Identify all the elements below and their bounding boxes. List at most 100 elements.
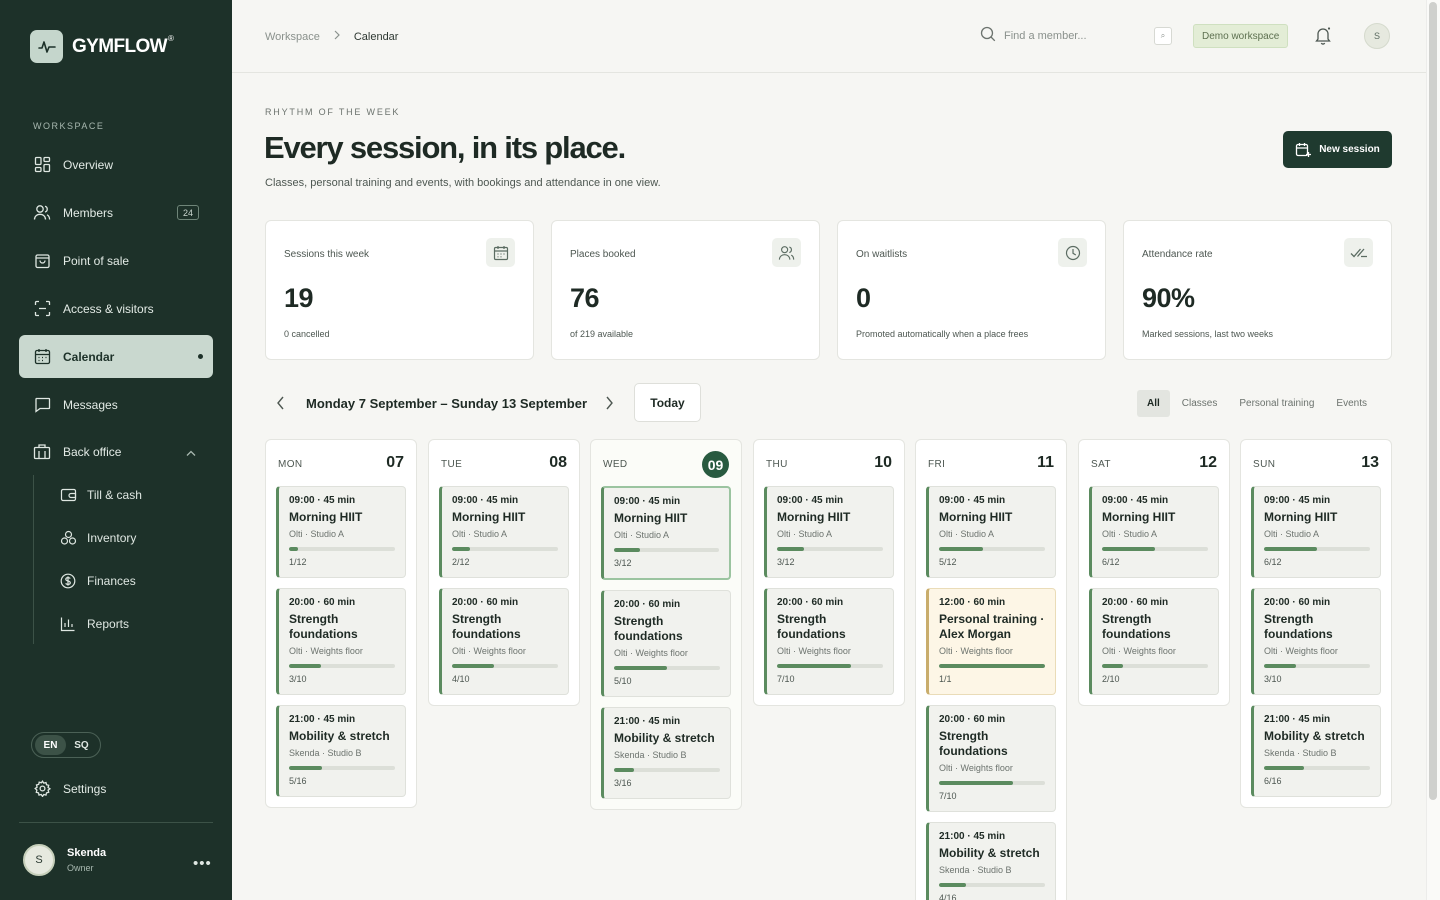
capacity-progress-bar — [1264, 664, 1370, 668]
capacity-progress-fill — [614, 548, 641, 552]
week-range-title: Monday 7 September – Sunday 13 September — [306, 396, 588, 411]
stat-note: Marked sessions, last two weeks — [1142, 329, 1274, 339]
sidebar-subitem-till-cash[interactable]: Till & cash — [45, 475, 213, 515]
language-option-en[interactable]: EN — [35, 735, 66, 755]
sidebar-item-settings[interactable]: Settings — [19, 767, 213, 810]
capacity-progress-fill — [777, 664, 852, 668]
session-time: 09:00 · 45 min — [614, 496, 681, 507]
new-session-button[interactable]: New session — [1283, 131, 1392, 168]
subitem-label: Inventory — [87, 531, 137, 545]
filter-all[interactable]: All — [1137, 390, 1170, 417]
session-card[interactable]: 09:00 · 45 min Morning HIIT Olti · Studio … — [601, 486, 731, 580]
session-capacity: 5/10 — [614, 676, 632, 686]
capacity-progress-bar — [939, 883, 1045, 887]
previous-week-button[interactable] — [275, 395, 287, 416]
avatar[interactable]: S — [1364, 23, 1390, 49]
capacity-progress-fill — [614, 666, 667, 670]
sidebar-item-back-office[interactable]: Back office — [19, 430, 213, 473]
brand-logo[interactable]: GYMFLOW ® — [30, 30, 174, 63]
stat-card-waitlists: On waitlists 0 Promoted automatically wh… — [837, 220, 1106, 360]
scrollbar-thumb[interactable] — [1429, 2, 1437, 800]
sidebar-subitem-inventory[interactable]: Inventory — [45, 518, 213, 558]
session-time: 20:00 · 60 min — [614, 599, 681, 610]
capacity-progress-bar — [1264, 766, 1370, 770]
session-card[interactable]: 09:00 · 45 min Morning HIIT Olti · Studio … — [276, 486, 406, 578]
day-name: SUN — [1253, 459, 1276, 470]
session-title: Mobility & stretch — [1264, 729, 1365, 743]
day-name: MON — [278, 459, 303, 470]
chevron-up-icon[interactable] — [186, 446, 196, 460]
session-time: 20:00 · 60 min — [1102, 597, 1169, 608]
session-capacity: 1/1 — [939, 674, 952, 684]
session-time: 09:00 · 45 min — [1102, 495, 1169, 506]
user-profile[interactable]: S Skenda Owner — [23, 844, 106, 876]
session-card[interactable]: 21:00 · 45 min Mobility & stretch Skenda ·… — [1251, 705, 1381, 797]
session-title: Mobility & stretch — [614, 731, 715, 745]
sidebar-subitem-finances[interactable]: Finances — [45, 561, 213, 601]
session-title: Strength foundations — [939, 729, 1008, 758]
session-card[interactable]: 09:00 · 45 min Morning HIIT Olti · Studio … — [1251, 486, 1381, 578]
sidebar-item-label: Back office — [63, 444, 122, 459]
filter-events[interactable]: Events — [1326, 390, 1377, 417]
breadcrumb-workspace[interactable]: Workspace — [265, 31, 320, 43]
session-card[interactable]: 20:00 · 60 min Strength foundations Olti ·… — [276, 588, 406, 695]
capacity-progress-bar — [452, 547, 558, 551]
stat-value: 90% — [1142, 283, 1195, 313]
next-week-button[interactable] — [603, 395, 615, 416]
stat-card-sessions: Sessions this week 19 0 cancelled — [265, 220, 534, 360]
sidebar-item-calendar[interactable]: Calendar — [19, 335, 213, 378]
sidebar-item-label: Settings — [63, 781, 107, 796]
session-card[interactable]: 20:00 · 60 min Strength foundations Olti ·… — [764, 588, 894, 695]
day-header: WED 09 — [591, 440, 741, 486]
session-time: 21:00 · 45 min — [614, 716, 681, 727]
filter-personal-training[interactable]: Personal training — [1229, 390, 1324, 417]
stat-note: Promoted automatically when a place free… — [856, 329, 1029, 339]
search-input[interactable]: Find a member... — [1004, 30, 1087, 42]
session-card[interactable]: 20:00 · 60 min Strength foundations Olti ·… — [1251, 588, 1381, 695]
capacity-progress-bar — [614, 768, 720, 772]
member-search[interactable]: Find a member... ⌕ — [980, 25, 1172, 47]
session-card[interactable]: 09:00 · 45 min Morning HIIT Olti · Studio … — [1089, 486, 1219, 578]
users-icon — [33, 204, 51, 222]
sidebar-subitem-reports[interactable]: Reports — [45, 604, 213, 644]
session-card[interactable]: 09:00 · 45 min Morning HIIT Olti · Studio … — [926, 486, 1056, 578]
session-card[interactable]: 09:00 · 45 min Morning HIIT Olti · Studio … — [439, 486, 569, 578]
session-card[interactable]: 20:00 · 60 min Strength foundations Olti ·… — [601, 590, 731, 697]
sidebar-item-point-of-sale[interactable]: Point of sale — [19, 239, 213, 282]
sidebar-item-overview[interactable]: Overview — [19, 143, 213, 186]
session-card[interactable]: 20:00 · 60 min Strength foundations Olti ·… — [439, 588, 569, 695]
session-capacity: 3/10 — [1264, 674, 1282, 684]
session-time: 21:00 · 45 min — [289, 714, 356, 725]
capacity-progress-fill — [939, 883, 966, 887]
stat-value: 76 — [570, 283, 600, 313]
session-card[interactable]: 20:00 · 60 min Strength foundations Olti ·… — [926, 705, 1056, 812]
sidebar-item-messages[interactable]: Messages — [19, 383, 213, 426]
sidebar-item-label: Point of sale — [63, 253, 130, 268]
personal-training-card[interactable]: 12:00 · 60 min Personal training · Alex M… — [926, 588, 1056, 695]
capacity-progress-fill — [1264, 766, 1304, 770]
session-card[interactable]: 21:00 · 45 min Mobility & stretch Skenda ·… — [926, 822, 1056, 900]
filter-classes[interactable]: Classes — [1172, 390, 1228, 417]
workspace-badge[interactable]: Demo workspace — [1193, 24, 1289, 48]
session-card[interactable]: 21:00 · 45 min Mobility & stretch Skenda ·… — [601, 707, 731, 799]
session-title: Personal training · Alex Morgan — [939, 612, 1045, 641]
session-time: 12:00 · 60 min — [939, 597, 1006, 608]
day-name: WED — [603, 459, 628, 470]
sidebar-item-members[interactable]: Members 24 — [19, 191, 213, 234]
bell-icon[interactable] — [1314, 26, 1332, 50]
capacity-progress-bar — [289, 547, 395, 551]
session-card[interactable]: 09:00 · 45 min Morning HIIT Olti · Studio … — [764, 486, 894, 578]
language-option-sq[interactable]: SQ — [66, 735, 97, 755]
session-location: Olti · Weights floor — [1264, 646, 1338, 656]
day-column-mon: MON 07 09:00 · 45 min Morning HIIT Olti · St… — [265, 439, 417, 808]
capacity-progress-bar — [452, 664, 558, 668]
session-time: 20:00 · 60 min — [939, 714, 1006, 725]
sidebar-item-access-visitors[interactable]: Access & visitors — [19, 287, 213, 330]
more-options-icon[interactable]: ••• — [193, 855, 212, 872]
session-time: 09:00 · 45 min — [777, 495, 844, 506]
chevron-right-icon — [334, 30, 340, 43]
session-title: Morning HIIT — [777, 510, 851, 524]
session-card[interactable]: 21:00 · 45 min Mobility & stretch Skenda ·… — [276, 705, 406, 797]
today-button[interactable]: Today — [634, 383, 701, 422]
session-card[interactable]: 20:00 · 60 min Strength foundations Olti ·… — [1089, 588, 1219, 695]
